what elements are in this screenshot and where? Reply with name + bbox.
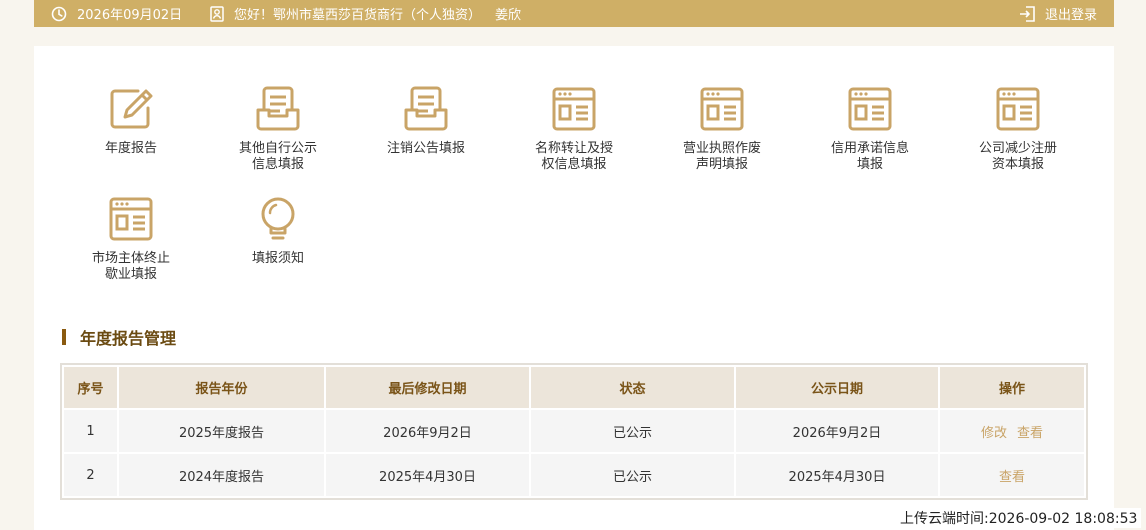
table-header-row: 序号 报告年份 最后修改日期 状态 公示日期 操作	[62, 365, 1086, 410]
view-link[interactable]: 查看	[1017, 426, 1043, 441]
user-name: 姜欣	[495, 8, 522, 23]
date-display: 2026年09月02日	[51, 0, 182, 27]
user-info: 您好！鄂州市墓西莎百货商行（个人独资） 姜欣	[210, 0, 521, 27]
upload-timestamp: 上传云端时间:2026-09-02 18:08:53	[896, 508, 1142, 528]
section-title-marker	[62, 329, 66, 345]
status: 已公示	[529, 408, 736, 454]
row-number: 1	[62, 408, 119, 454]
report-year: 2024年度报告	[117, 452, 326, 498]
browser-form-icon	[847, 86, 893, 132]
column-header: 最后修改日期	[324, 365, 531, 410]
browser-form-icon	[108, 196, 154, 242]
menu-label: 营业执照作废 声明填报	[682, 141, 761, 172]
actions-cell: 查看	[938, 452, 1086, 498]
menu-credit-commitment[interactable]: 信用承诺信息 填报	[795, 86, 945, 173]
section-title-text: 年度报告管理	[80, 329, 177, 348]
report-year: 2025年度报告	[117, 408, 326, 454]
inbox-document-icon	[255, 86, 301, 132]
menu-annual-report[interactable]: 年度报告	[56, 86, 206, 157]
column-header: 操作	[938, 365, 1086, 410]
column-header: 报告年份	[117, 365, 326, 410]
clock-icon	[51, 6, 67, 22]
column-header: 公示日期	[734, 365, 940, 410]
last-modified: 2026年9月2日	[324, 408, 531, 454]
browser-form-icon	[995, 86, 1041, 132]
inbox-document-icon	[403, 86, 449, 132]
lightbulb-icon	[255, 196, 301, 242]
greeting-text: 您好！鄂州市墓西莎百货商行（个人独资）	[234, 8, 482, 23]
menu-label: 名称转让及授 权信息填报	[534, 141, 613, 172]
menu-label: 市场主体终止 歇业填报	[91, 251, 170, 282]
table-row: 1 2025年度报告 2026年9月2日 已公示 2026年9月2日 修改 查看	[62, 408, 1086, 454]
logout-icon	[1019, 5, 1037, 23]
menu-label: 年度报告	[104, 141, 157, 156]
browser-form-icon	[699, 86, 745, 132]
menu-license-void[interactable]: 营业执照作废 声明填报	[647, 86, 797, 173]
logout-button[interactable]: 退出登录	[1019, 0, 1097, 27]
last-modified: 2025年4月30日	[324, 452, 531, 498]
user-badge-icon	[210, 5, 224, 22]
status: 已公示	[529, 452, 736, 498]
menu-cancellation-notice[interactable]: 注销公告填报	[351, 86, 501, 157]
main-panel: 年度报告 其他自行公示 信息填报 注销公告填报 名称转让及授 权信息填报 营业执…	[34, 46, 1114, 530]
logout-label: 退出登录	[1044, 8, 1097, 23]
annual-report-table: 序号 报告年份 最后修改日期 状态 公示日期 操作 1 2025年度报告 202…	[62, 365, 1086, 498]
table-row: 2 2024年度报告 2025年4月30日 已公示 2025年4月30日 查看	[62, 452, 1086, 498]
menu-other-disclosure[interactable]: 其他自行公示 信息填报	[203, 86, 353, 173]
menu-filling-guide[interactable]: 填报须知	[203, 196, 353, 267]
date-text: 2026年09月02日	[77, 8, 183, 23]
menu-capital-reduction[interactable]: 公司减少注册 资本填报	[943, 86, 1093, 173]
row-number: 2	[62, 452, 119, 498]
column-header: 状态	[529, 365, 736, 410]
edit-icon	[108, 86, 154, 132]
menu-label: 信用承诺信息 填报	[830, 141, 909, 172]
menu-label: 其他自行公示 信息填报	[238, 141, 317, 172]
actions-cell: 修改 查看	[938, 408, 1086, 454]
browser-form-icon	[551, 86, 597, 132]
edit-link[interactable]: 修改	[981, 426, 1007, 441]
menu-label: 公司减少注册 资本填报	[978, 141, 1057, 172]
menu-entity-termination[interactable]: 市场主体终止 歇业填报	[56, 196, 206, 283]
menu-name-transfer[interactable]: 名称转让及授 权信息填报	[499, 86, 649, 173]
publish-date: 2026年9月2日	[734, 408, 940, 454]
section-title: 年度报告管理	[62, 326, 176, 348]
publish-date: 2025年4月30日	[734, 452, 940, 498]
view-link[interactable]: 查看	[999, 470, 1025, 485]
menu-label: 填报须知	[251, 251, 304, 266]
top-bar: 2026年09月02日 您好！鄂州市墓西莎百货商行（个人独资） 姜欣 退出登录	[34, 0, 1114, 27]
column-header: 序号	[62, 365, 119, 410]
menu-label: 注销公告填报	[386, 141, 465, 156]
